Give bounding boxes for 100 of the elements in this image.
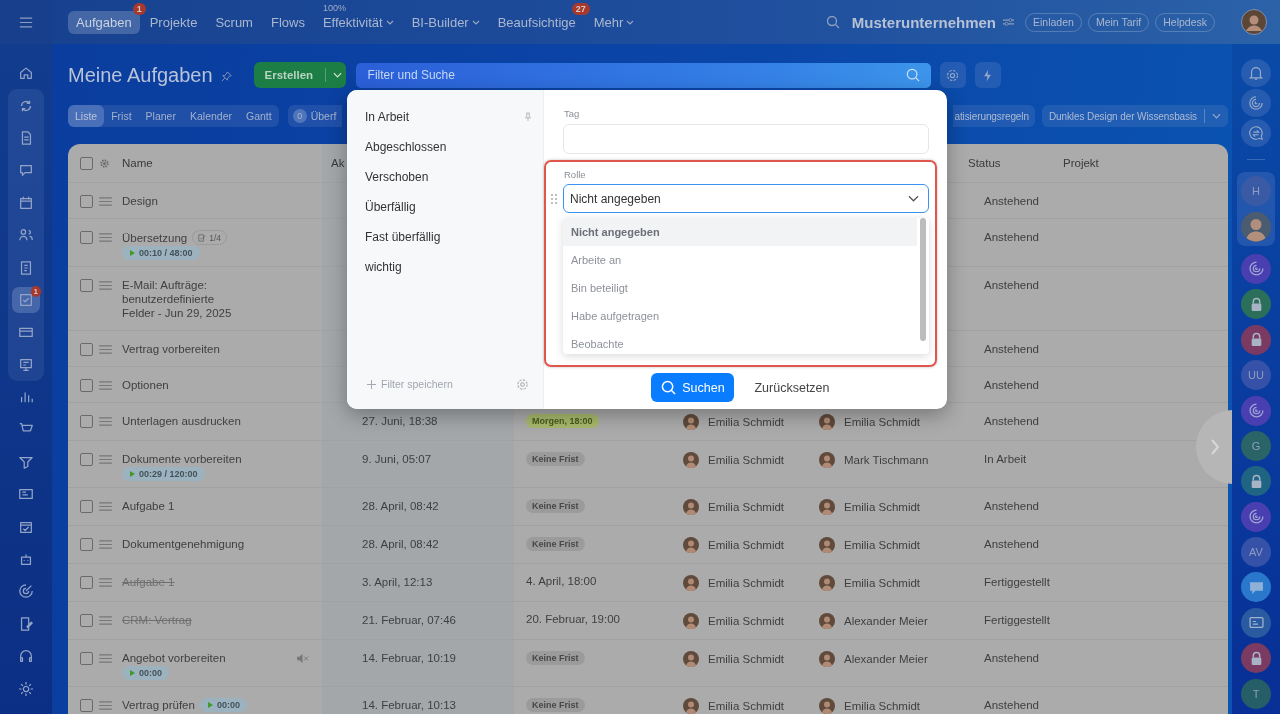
row-checkbox[interactable] [80,415,93,428]
search-icon[interactable] [825,15,840,29]
drag-handle-icon[interactable] [99,701,112,710]
drag-handle-icon[interactable] [99,345,112,354]
settings-button[interactable] [939,62,966,88]
chat-avatar[interactable] [1241,395,1271,426]
sidebar-tool[interactable] [1241,59,1271,87]
responsible-name[interactable]: Emilia Schmidt [844,500,921,514]
row-checkbox[interactable] [80,576,93,589]
task-name[interactable]: Dokumentgenehmigung [122,537,245,551]
view-tab[interactable]: Kalender [182,105,239,127]
dropdown-option[interactable]: Beobachte [563,330,917,354]
input-field[interactable] [563,124,929,154]
responsible-name[interactable]: Emilia Schmidt [844,538,921,552]
chat-avatar[interactable] [1241,253,1271,284]
timer-chip[interactable]: 00:29 / 120:00 [122,467,205,481]
search-icon[interactable] [905,67,920,82]
row-checkbox[interactable] [80,453,93,466]
drag-handle-icon[interactable] [99,578,112,587]
dropdown-option[interactable]: Bin beteiligt [563,274,917,302]
avatar[interactable] [1241,211,1271,242]
row-checkbox[interactable] [80,538,93,551]
preset-item[interactable]: wichtig [347,252,543,282]
drag-handle-icon[interactable] [99,455,112,464]
task-name[interactable]: Unterlagen ausdrucken [122,414,241,428]
row-checkbox[interactable] [80,231,93,244]
sliders-icon[interactable] [1002,17,1015,27]
column-header[interactable]: Projekt [1063,157,1228,169]
timer-chip[interactable]: 00:00 [199,698,247,712]
create-button[interactable]: Erstellen [253,62,346,88]
deadline[interactable]: Keine Frist [526,698,585,712]
row-checkbox[interactable] [80,343,93,356]
preset-item[interactable]: Verschoben [347,162,543,192]
task-name[interactable]: Dokumente vorbereiten [122,452,242,466]
drag-handle-icon[interactable] [99,281,112,290]
automation-button[interactable] [974,62,1001,88]
search-field[interactable]: Filter und Suche [355,62,931,88]
sidebar-item[interactable]: 1 [11,283,41,317]
preset-item[interactable]: Fast überfällig [347,222,543,252]
nav-tab[interactable]: Effektivität [314,10,402,34]
row-checkbox[interactable] [80,279,93,292]
deadline[interactable]: Keine Frist [526,499,585,513]
row-checkbox[interactable] [80,500,93,513]
pin-icon[interactable] [524,112,532,122]
task-name[interactable]: Aufgabe 1 [122,499,175,513]
sidebar-tool[interactable] [1241,119,1271,147]
preset-item[interactable]: In Arbeit [347,102,543,132]
automation-rules-button[interactable]: atisierungsregeln [953,105,1035,127]
drag-handle-icon[interactable] [99,502,112,511]
role-select[interactable]: Nicht angegeben [563,184,929,213]
dropdown-option[interactable]: Habe aufgetragen [563,302,917,330]
deadline[interactable]: Keine Frist [526,537,585,551]
view-tab[interactable]: Frist [104,105,139,127]
select-all-checkbox[interactable] [80,156,93,170]
drag-handle-icon[interactable] [99,654,112,663]
chat-avatar[interactable]: T [1241,678,1271,709]
chat-avatar[interactable] [1241,501,1271,532]
drag-handle-icon[interactable] [99,233,112,242]
column-header[interactable]: Name [122,157,321,169]
drag-handle-icon[interactable] [99,540,112,549]
drag-handle-icon[interactable] [99,197,112,206]
reset-button[interactable]: Zurücksetzen [754,380,830,395]
responsible-name[interactable]: Mark Tischmann [844,453,929,467]
creator-name[interactable]: Emilia Schmidt [708,538,785,552]
company-name[interactable]: Musterunternehmen [851,13,996,31]
responsible-name[interactable]: Emilia Schmidt [844,699,921,713]
task-name[interactable]: E-Mail: Aufträge: benutzerdefinierte Felder - Jun 29, 2025 [122,278,248,320]
chat-avatar[interactable] [1241,289,1271,320]
view-tab[interactable]: Planer [138,105,183,127]
creator-name[interactable]: Emilia Schmidt [708,652,785,666]
chat-avatar[interactable]: AV [1241,537,1271,568]
creator-name[interactable]: Emilia Schmidt [708,699,785,713]
responsible-name[interactable]: Alexander Meier [844,614,928,628]
chat-avatar[interactable]: UU [1241,360,1271,391]
preset-item[interactable]: Überfällig [347,192,543,222]
deadline[interactable]: Morgen, 18:00 [526,414,599,428]
row-checkbox[interactable] [80,614,93,627]
save-filter-button[interactable]: Filter speichern [367,378,453,390]
muted-speaker-icon[interactable] [296,653,309,663]
sidebar-tool[interactable] [1241,89,1271,117]
nav-tab[interactable]: Flows [262,10,313,34]
drag-handle-icon[interactable] [99,616,112,625]
column-header[interactable]: Status [968,157,1063,169]
preset-item[interactable]: Abgeschlossen [347,132,543,162]
chat-avatar[interactable] [1241,324,1271,355]
settings-icon[interactable] [516,377,529,391]
drag-handle-icon[interactable] [551,193,557,204]
drag-handle-icon[interactable] [99,381,112,390]
nav-tab[interactable]: Scrum [207,10,261,34]
dropdown-option[interactable]: Nicht angegeben [563,218,917,246]
pin-icon[interactable] [220,71,232,82]
task-name[interactable]: Optionen [122,378,169,392]
task-name[interactable]: Aufgabe 1 [122,575,175,589]
deadline[interactable]: 20. Februar, 19:00 [526,613,620,625]
search-button[interactable]: Suchen [651,373,735,402]
row-checkbox[interactable] [80,699,93,712]
chat-avatar[interactable] [1241,466,1271,497]
menu-icon[interactable] [19,16,33,28]
scrollbar[interactable] [920,218,926,341]
settings-icon[interactable] [99,157,110,169]
